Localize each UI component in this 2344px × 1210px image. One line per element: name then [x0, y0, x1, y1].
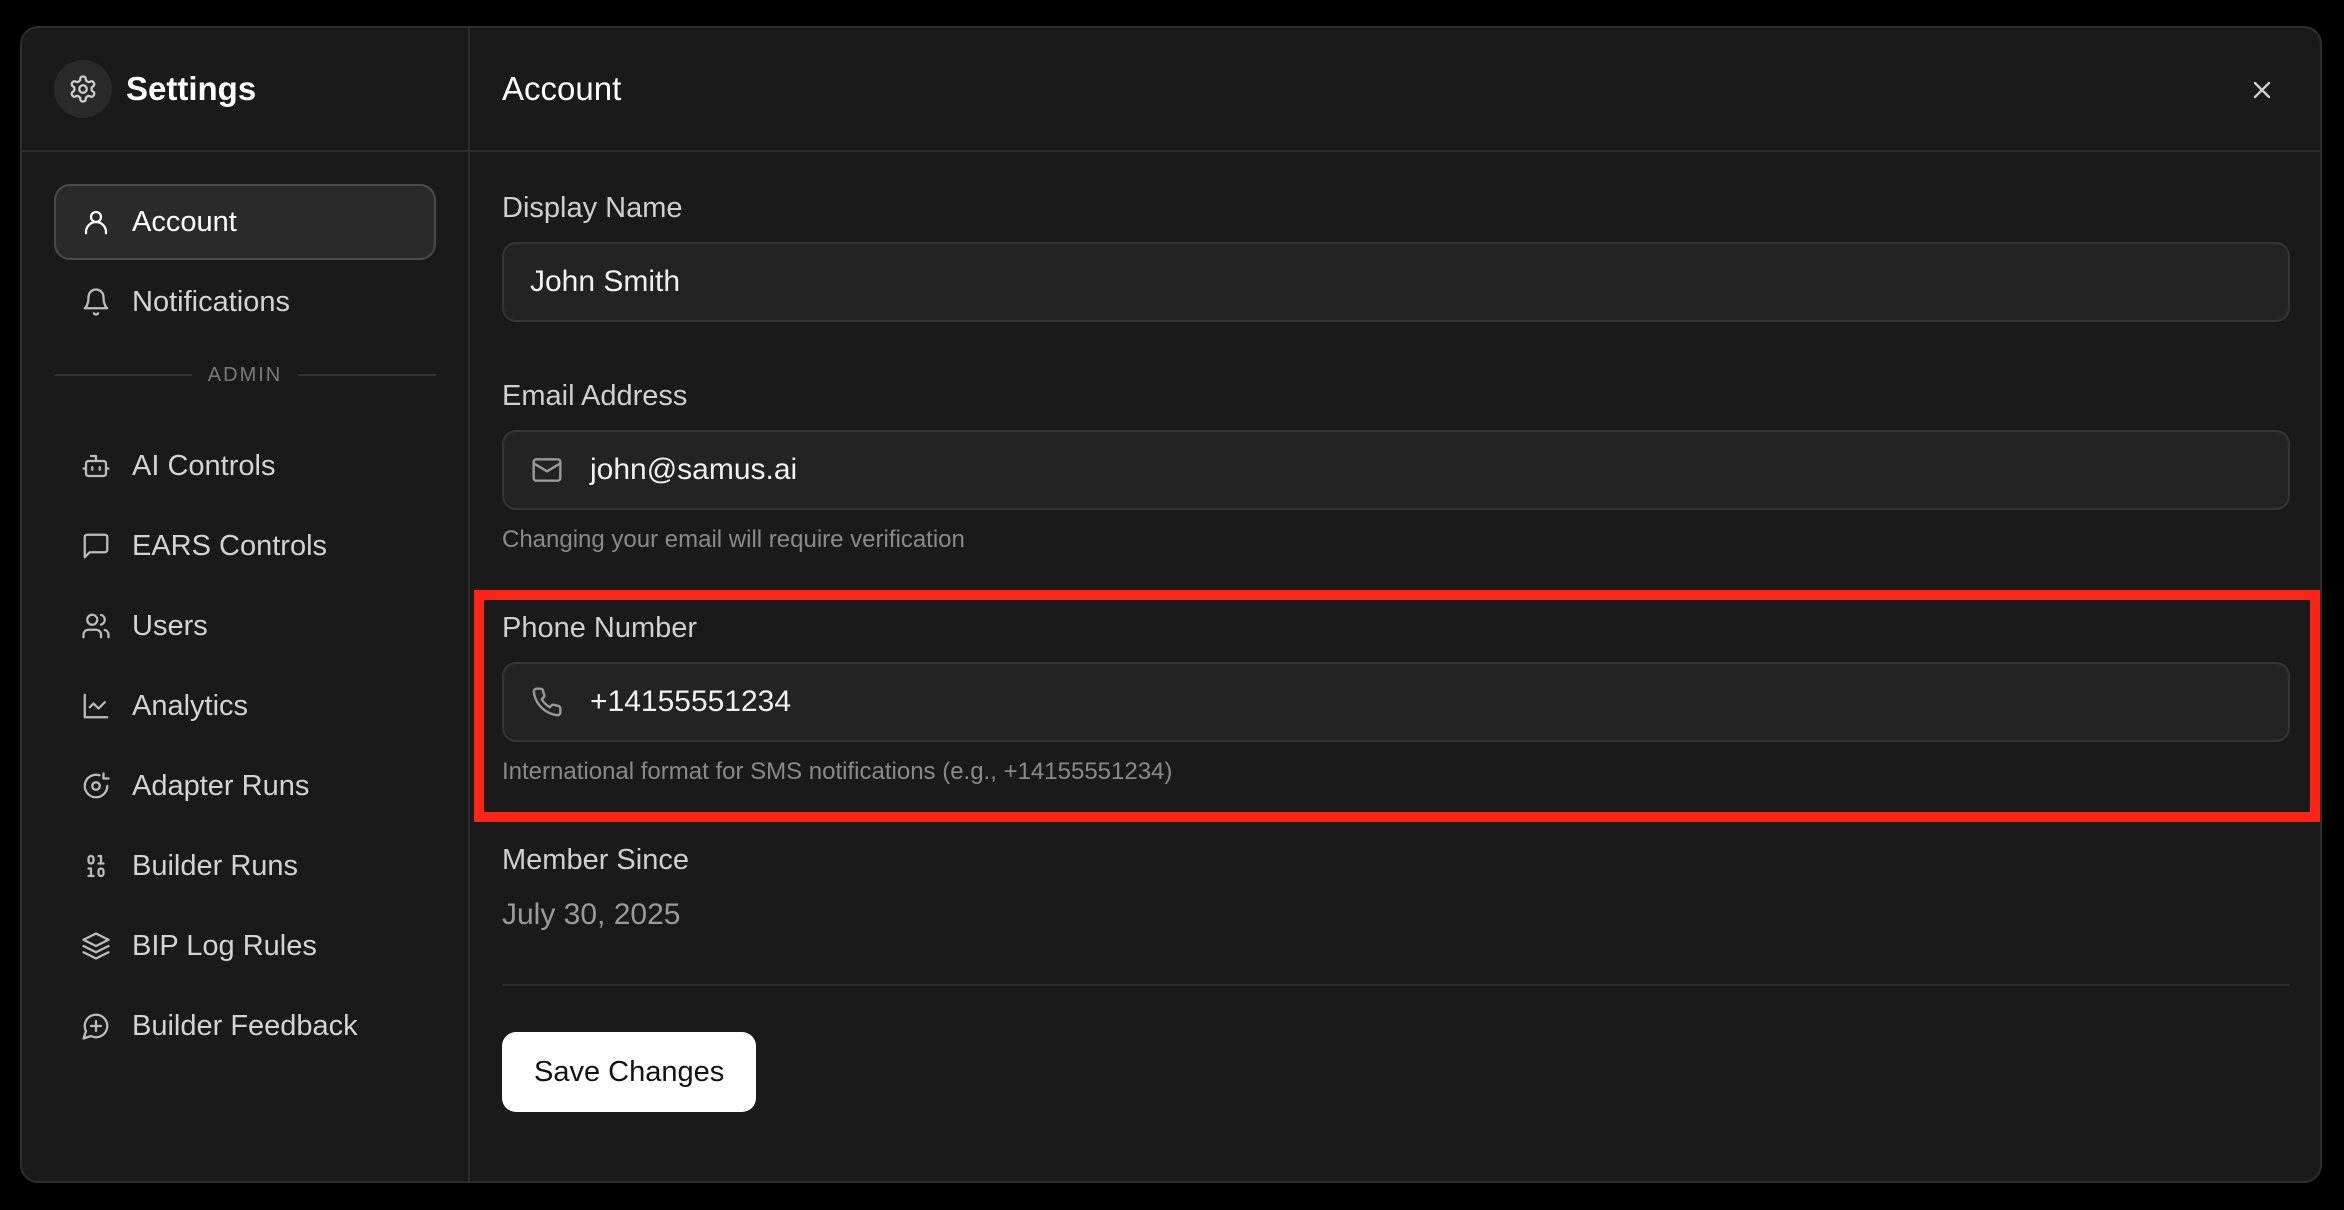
email-hint: Changing your email will require verific… [502, 526, 965, 553]
sidebar-item-label: AI Controls [132, 449, 276, 482]
sidebar-item-users[interactable]: Users [54, 588, 436, 664]
display-name-input[interactable]: John Smith [502, 242, 2290, 322]
message-plus-icon [80, 1010, 112, 1042]
sidebar-item-label: Users [132, 609, 208, 642]
close-icon [2253, 81, 2271, 99]
sidebar-item-adapter-runs[interactable]: Adapter Runs [54, 748, 436, 824]
admin-section-divider: ADMIN [54, 346, 437, 404]
layers-icon [80, 930, 112, 962]
divider-line [54, 374, 192, 376]
sidebar-item-label: Builder Runs [132, 849, 299, 882]
save-button[interactable]: Save Changes [502, 1032, 757, 1112]
sidebar-item-label: Builder Feedback [132, 1009, 358, 1042]
phone-label: Phone Number [502, 612, 698, 644]
sidebar-item-builder-runs[interactable]: Builder Runs [54, 828, 436, 904]
settings-title: Settings [126, 70, 257, 107]
member-since-value: July 30, 2025 [502, 898, 681, 931]
sidebar-item-label: Account [132, 205, 237, 238]
binary-icon [80, 850, 112, 882]
page-title: Account [502, 70, 622, 107]
sidebar-item-builder-feedback[interactable]: Builder Feedback [54, 988, 436, 1064]
sidebar-header: Settings [22, 28, 468, 152]
sidebar-item-ears-controls[interactable]: EARS Controls [54, 508, 436, 584]
mail-icon [530, 453, 564, 487]
line-chart-icon [80, 690, 112, 722]
users-icon [80, 610, 112, 642]
user-icon [80, 206, 112, 238]
email-label: Email Address [502, 380, 688, 412]
sidebar-item-label: Adapter Runs [132, 769, 310, 802]
bell-icon [80, 286, 112, 318]
divider [502, 984, 2290, 986]
disc-icon [80, 770, 112, 802]
sidebar-item-notifications[interactable]: Notifications [54, 264, 436, 340]
phone-icon [530, 685, 564, 719]
display-name-label: Display Name [502, 192, 683, 224]
phone-value: +14155551234 [590, 685, 792, 718]
sidebar-item-label: EARS Controls [132, 529, 328, 562]
email-input[interactable]: john@samus.ai [502, 430, 2290, 510]
account-panel: Account Display Name John Smith Email Ad… [470, 28, 2320, 1181]
sidebar-item-bip-log-rules[interactable]: BIP Log Rules [54, 908, 436, 984]
settings-dialog: Settings Account Notifications ADMIN AI … [20, 26, 2322, 1183]
message-square-icon [80, 530, 112, 562]
sidebar-item-analytics[interactable]: Analytics [54, 668, 436, 744]
phone-hint: International format for SMS notificatio… [502, 758, 1173, 785]
member-since-label: Member Since [502, 844, 689, 876]
display-name-value: John Smith [530, 265, 681, 298]
bot-icon [80, 450, 112, 482]
sidebar-item-ai-controls[interactable]: AI Controls [54, 428, 436, 504]
divider-line [298, 374, 437, 376]
sidebar-item-label: Notifications [132, 285, 290, 318]
panel-header: Account [470, 28, 2320, 152]
sidebar-item-label: Analytics [132, 689, 249, 722]
close-button[interactable] [2246, 74, 2278, 106]
email-value: john@samus.ai [590, 453, 798, 486]
sidebar-item-label: BIP Log Rules [132, 929, 317, 962]
gear-icon [54, 60, 112, 118]
sidebar-item-account[interactable]: Account [54, 184, 436, 260]
settings-sidebar: Settings Account Notifications ADMIN AI … [22, 28, 470, 1181]
admin-section-label: ADMIN [207, 363, 283, 386]
sidebar-nav: Account Notifications ADMIN AI Controls [22, 152, 468, 1064]
phone-input[interactable]: +14155551234 [502, 662, 2290, 742]
